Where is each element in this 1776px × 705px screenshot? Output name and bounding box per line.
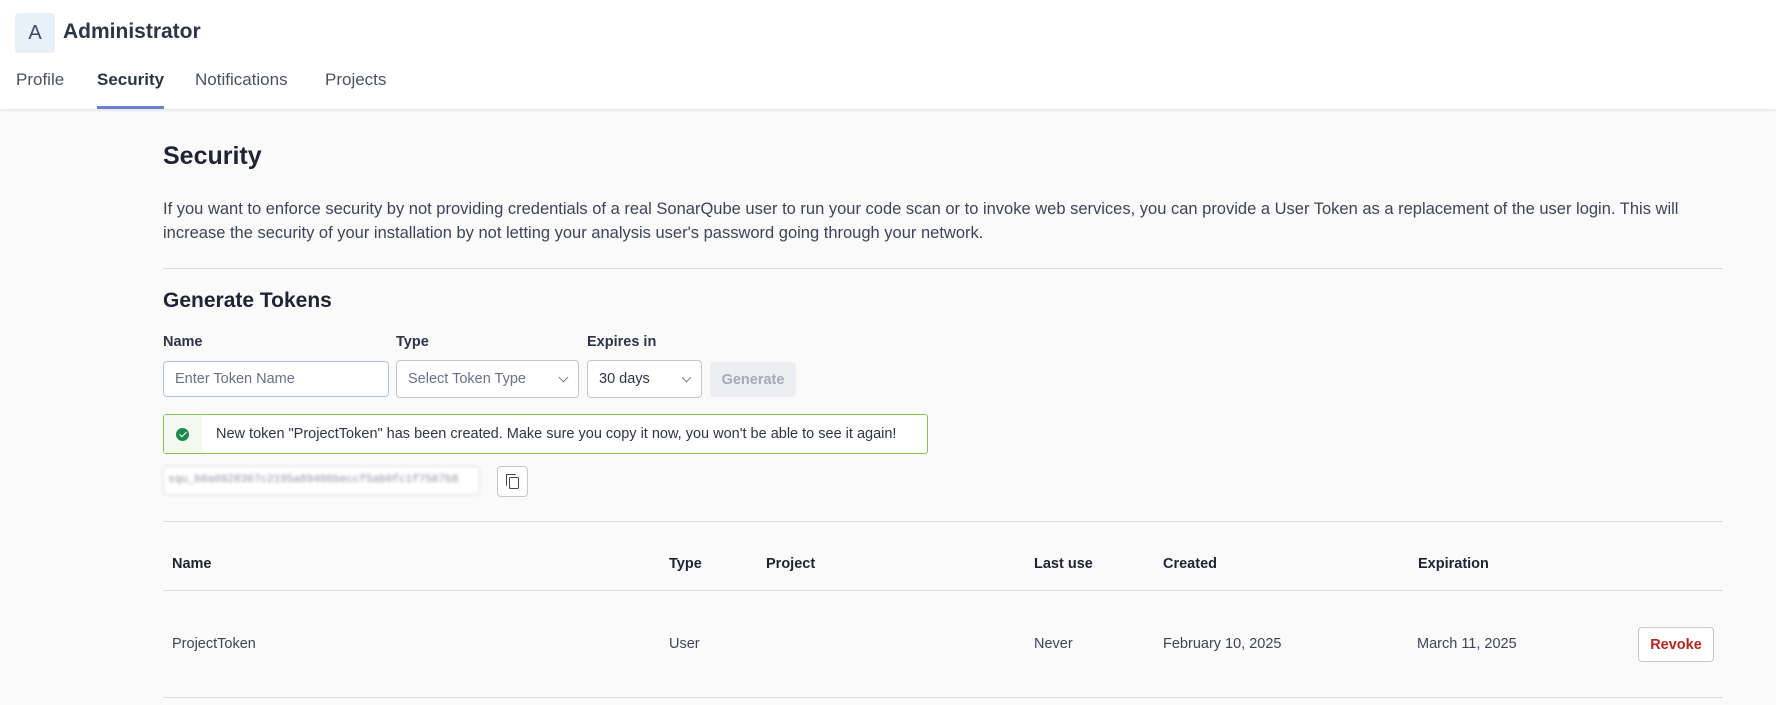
- token-type-cell: User: [669, 636, 700, 652]
- token-name-cell: ProjectToken: [172, 636, 256, 652]
- token-value[interactable]: squ_b0a0928367c2195a89406beccf5ab0fc1f75…: [163, 466, 480, 495]
- tab-profile[interactable]: Profile: [16, 70, 64, 109]
- copy-token-button[interactable]: [497, 466, 528, 497]
- token-name-input[interactable]: [163, 361, 389, 397]
- column-header-created: Created: [1163, 556, 1217, 572]
- tab-security[interactable]: Security: [97, 70, 165, 109]
- token-name-label: Name: [163, 334, 203, 350]
- chevron-down-icon: [558, 372, 569, 382]
- generate-button[interactable]: Generate: [710, 362, 796, 397]
- token-created-alert: New token "ProjectToken" has been create…: [163, 414, 928, 454]
- check-circle-icon: [176, 427, 189, 441]
- column-header-expiration: Expiration: [1418, 556, 1489, 572]
- token-type-label: Type: [396, 334, 429, 350]
- table-header-divider: [163, 590, 1723, 591]
- security-description: If you want to enforce security by not p…: [163, 200, 1679, 242]
- expires-in-select[interactable]: 30 days: [587, 360, 702, 398]
- table-top-divider: [163, 521, 1723, 522]
- generate-tokens-title: Generate Tokens: [163, 289, 332, 312]
- avatar: A: [15, 13, 55, 53]
- token-last-use-cell: Never: [1034, 636, 1073, 652]
- expires-in-label: Expires in: [587, 334, 657, 350]
- tab-projects[interactable]: Projects: [325, 70, 386, 109]
- copy-icon: [505, 473, 520, 490]
- tab-notifications[interactable]: Notifications: [195, 70, 288, 109]
- alert-message: New token "ProjectToken" has been create…: [216, 426, 897, 442]
- column-header-type: Type: [669, 556, 702, 572]
- revoke-button[interactable]: Revoke: [1638, 627, 1714, 662]
- expires-in-value: 30 days: [599, 371, 650, 387]
- token-expiration-cell: March 11, 2025: [1417, 636, 1517, 652]
- token-created-cell: February 10, 2025: [1163, 636, 1282, 652]
- table-row-divider: [163, 697, 1723, 698]
- column-header-name: Name: [172, 556, 212, 572]
- token-type-value: Select Token Type: [408, 371, 526, 387]
- column-header-project: Project: [766, 556, 816, 572]
- page-title: Security: [163, 142, 262, 170]
- top-header: A Administrator Profile Security Notific…: [0, 0, 1776, 109]
- chevron-down-icon: [681, 372, 692, 382]
- column-header-last-use: Last use: [1034, 556, 1093, 572]
- section-divider: [163, 268, 1723, 269]
- token-type-select[interactable]: Select Token Type: [396, 360, 579, 398]
- account-name: Administrator: [63, 20, 201, 43]
